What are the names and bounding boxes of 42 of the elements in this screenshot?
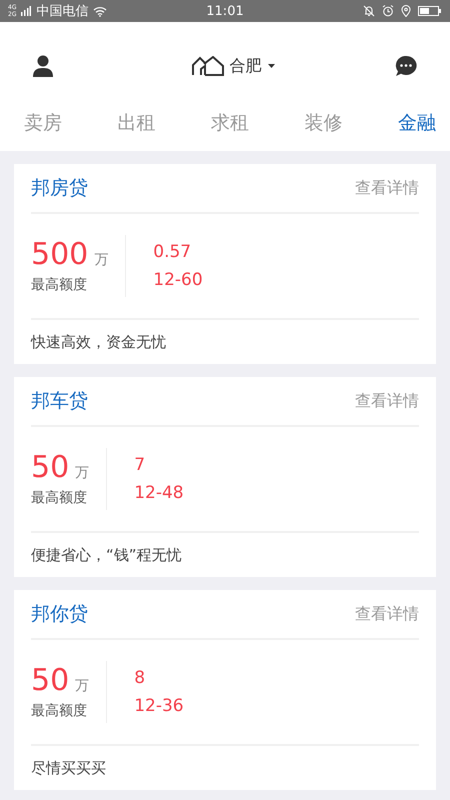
details-link[interactable]: 查看详情 bbox=[355, 390, 419, 412]
amount-value: 500 bbox=[31, 238, 88, 272]
signal-icon bbox=[21, 6, 32, 16]
tab[interactable]: 求租 bbox=[211, 110, 249, 136]
loan-title: 邦房贷 bbox=[31, 176, 88, 201]
amount-unit: 万 bbox=[94, 251, 108, 269]
amount-value: 50 bbox=[31, 664, 70, 698]
caret-icon bbox=[268, 64, 274, 68]
bell-off-icon bbox=[363, 5, 375, 17]
tab[interactable]: 出租 bbox=[118, 110, 156, 136]
amount-label: 最高额度 bbox=[31, 276, 88, 294]
term-value: 12-48 bbox=[134, 483, 184, 503]
amount-label: 最高额度 bbox=[31, 702, 88, 720]
chat-icon[interactable] bbox=[395, 56, 417, 76]
loan-slogan: 便捷省心，“钱”程无忧 bbox=[31, 546, 182, 564]
loan-title: 邦车贷 bbox=[31, 389, 88, 414]
amount-unit: 万 bbox=[75, 677, 90, 695]
clock-time: 11:01 bbox=[206, 4, 244, 18]
amount-label: 最高额度 bbox=[31, 489, 88, 507]
battery-icon bbox=[418, 5, 442, 17]
alarm-clock-icon bbox=[382, 5, 394, 17]
city-selector[interactable]: 合肥 bbox=[192, 56, 274, 76]
term-value: 12-60 bbox=[153, 270, 203, 290]
wifi-icon bbox=[93, 6, 108, 16]
details-link[interactable]: 查看详情 bbox=[355, 178, 419, 198]
tab[interactable]: 卖房 bbox=[24, 110, 62, 136]
details-link[interactable]: 查看详情 bbox=[355, 604, 419, 624]
user-icon[interactable] bbox=[33, 55, 53, 77]
rate-value: 8 bbox=[134, 668, 146, 688]
loan-slogan: 快速高效，资金无忧 bbox=[31, 332, 166, 352]
rate-value: 7 bbox=[134, 455, 146, 475]
carrier-name: 中国电信 bbox=[36, 3, 88, 20]
amount-value: 50 bbox=[31, 451, 70, 485]
loan-title: 邦你贷 bbox=[31, 602, 88, 627]
amount-unit: 万 bbox=[75, 464, 90, 482]
houses-icon bbox=[192, 56, 224, 76]
tab[interactable]: 装修 bbox=[304, 110, 342, 136]
rate-value: 0.57 bbox=[153, 242, 192, 262]
tab[interactable]: 金融 bbox=[398, 110, 436, 136]
location-icon bbox=[401, 5, 411, 17]
loan-slogan: 尽情买买买 bbox=[31, 758, 106, 778]
term-value: 12-36 bbox=[134, 696, 184, 716]
